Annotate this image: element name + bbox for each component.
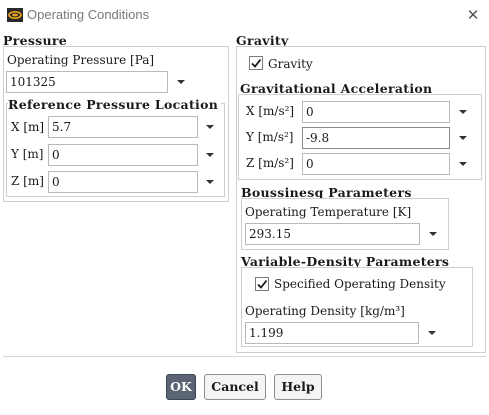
ok-button[interactable]: OK <box>166 374 196 400</box>
window-title: Operating Conditions <box>27 7 150 22</box>
ref-x-label: X [m] <box>11 120 45 134</box>
ref-z-label: Z [m] <box>11 174 44 188</box>
ansys-fluent-icon <box>7 8 23 22</box>
operating-density-input[interactable]: 1.199 <box>245 322 419 344</box>
ref-z-dropdown-icon[interactable] <box>203 175 217 189</box>
grav-z-dropdown-icon[interactable] <box>456 157 470 171</box>
grav-x-dropdown-icon[interactable] <box>456 105 470 119</box>
ref-y-dropdown-icon[interactable] <box>203 148 217 162</box>
grav-z-input[interactable]: 0 <box>302 153 450 175</box>
help-button[interactable]: Help <box>274 374 322 400</box>
grav-z-label: Z [m/s²] <box>246 156 294 170</box>
grav-y-input[interactable]: -9.8 <box>302 127 450 149</box>
ref-y-label: Y [m] <box>11 147 44 161</box>
grav-x-input[interactable]: 0 <box>302 101 450 123</box>
specified-operating-density-label: Specified Operating Density <box>274 277 446 291</box>
ref-x-dropdown-icon[interactable] <box>203 120 217 134</box>
reference-pressure-location-title: Reference Pressure Location <box>8 97 222 112</box>
operating-temperature-label: Operating Temperature [K] <box>245 205 412 219</box>
gravity-checkbox-label: Gravity <box>268 57 313 71</box>
operating-pressure-input[interactable]: 101325 <box>6 71 168 93</box>
operating-density-label: Operating Density [kg/m³] <box>245 304 405 318</box>
grav-x-label: X [m/s²] <box>246 104 295 118</box>
ref-x-input[interactable]: 5.7 <box>48 116 198 138</box>
operating-density-dropdown-icon[interactable] <box>425 326 439 340</box>
gravity-checkbox[interactable] <box>249 56 263 70</box>
ref-y-input[interactable]: 0 <box>48 144 198 166</box>
grav-y-label: Y [m/s²] <box>246 130 294 144</box>
specified-operating-density-checkbox[interactable] <box>255 277 269 291</box>
footer-divider <box>3 356 486 357</box>
close-icon[interactable]: ✕ <box>462 5 484 25</box>
operating-pressure-dropdown-icon[interactable] <box>174 75 188 89</box>
operating-temperature-input[interactable]: 293.15 <box>245 223 420 245</box>
cancel-button[interactable]: Cancel <box>204 374 266 400</box>
grav-y-dropdown-icon[interactable] <box>456 131 470 145</box>
ref-z-input[interactable]: 0 <box>48 171 198 193</box>
title-bar: Operating Conditions ✕ <box>0 0 489 30</box>
operating-temperature-dropdown-icon[interactable] <box>426 227 440 241</box>
operating-pressure-label: Operating Pressure [Pa] <box>7 53 155 67</box>
